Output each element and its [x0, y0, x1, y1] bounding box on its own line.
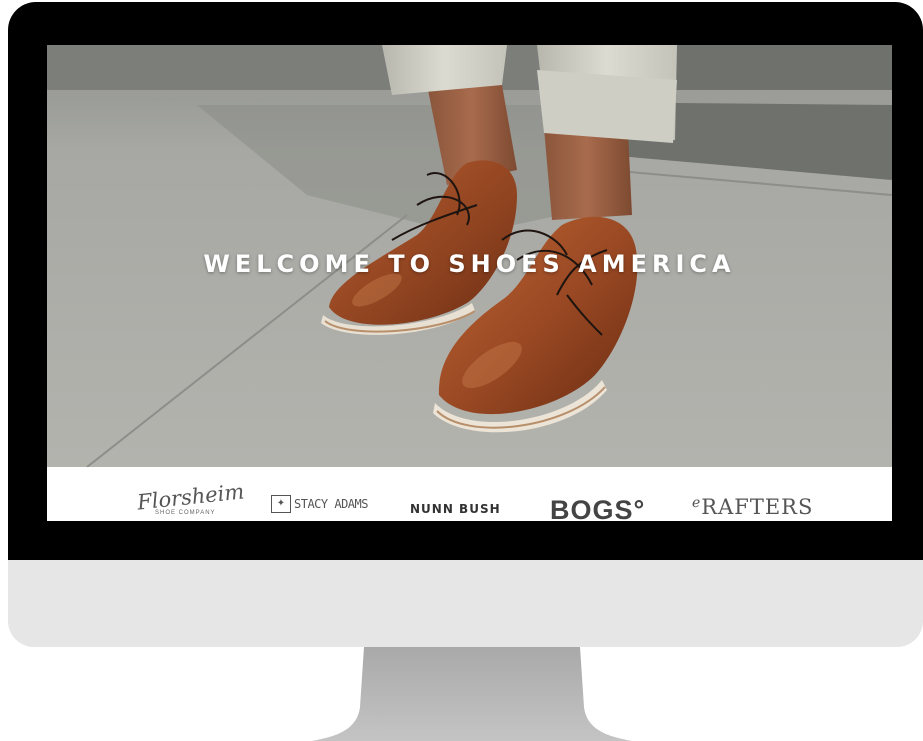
stacy-adams-label: STACY ADAMS [294, 497, 368, 511]
hero-title: WELCOME TO SHOES AMERICA [203, 250, 736, 278]
stacy-adams-crest-icon: ✦ [271, 495, 291, 513]
monitor-chin [8, 560, 923, 647]
brand-logo-rafters[interactable]: ℯRAFTERS [692, 495, 813, 519]
rafters-label: RAFTERS [701, 495, 814, 519]
rafters-mark-icon: ℯ [692, 495, 702, 511]
brand-logo-strip: Florsheim SHOE COMPANY ✦ STACY ADAMS NUN… [47, 467, 892, 521]
brand-logo-florsheim-tagline: SHOE COMPANY [155, 510, 216, 516]
hero-banner: WELCOME TO SHOES AMERICA [47, 45, 892, 467]
website-screen: WELCOME TO SHOES AMERICA Florsheim SHOE … [47, 45, 892, 521]
monitor-stand [312, 647, 632, 741]
brand-logo-stacy-adams[interactable]: ✦ STACY ADAMS [271, 495, 368, 513]
brand-logo-bogs[interactable]: BOGS° [550, 495, 645, 521]
monitor-mockup: WELCOME TO SHOES AMERICA Florsheim SHOE … [0, 0, 923, 741]
brand-logo-nunn-bush[interactable]: NUNN BUSH [410, 502, 501, 516]
